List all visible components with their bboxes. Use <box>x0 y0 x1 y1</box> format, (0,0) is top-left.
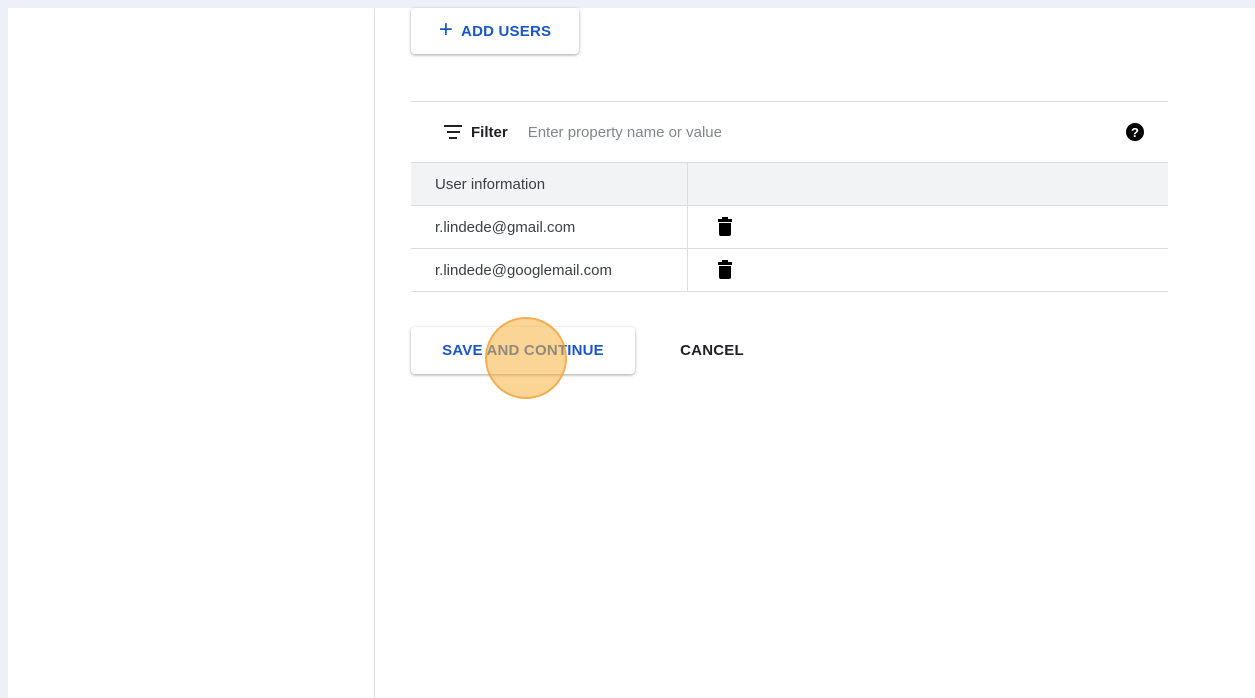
users-table-panel: Filter ? User information r.lindede@gmai… <box>411 101 1168 292</box>
filter-input[interactable] <box>525 122 1030 142</box>
column-header-user-information[interactable]: User information <box>411 162 688 206</box>
filter-label: Filter <box>471 123 508 141</box>
table-header-row: User information <box>411 162 1168 206</box>
plus-icon: + <box>438 16 454 43</box>
table-row: r.lindede@gmail.com <box>411 205 1168 249</box>
filter-bar: Filter ? <box>411 102 1168 162</box>
main-frame: + ADD USERS Filter ? User information <box>8 8 1255 698</box>
users-table: User information r.lindede@gmail.com r.l… <box>411 162 1168 292</box>
column-header-actions <box>687 162 1168 206</box>
row-actions <box>687 205 1168 249</box>
add-users-button[interactable]: + ADD USERS <box>411 8 579 54</box>
add-users-label: ADD USERS <box>461 22 552 40</box>
filter-icon <box>443 125 463 139</box>
save-and-continue-button[interactable]: SAVE AND CONTINUE <box>411 327 635 374</box>
left-panel <box>8 8 375 698</box>
user-email: r.lindede@googlemail.com <box>411 248 688 292</box>
row-actions <box>687 248 1168 292</box>
user-email: r.lindede@gmail.com <box>411 205 688 249</box>
help-icon[interactable]: ? <box>1126 123 1144 141</box>
trash-icon[interactable] <box>718 217 732 237</box>
cancel-button[interactable]: CANCEL <box>657 327 767 374</box>
trash-icon[interactable] <box>718 260 732 280</box>
table-row: r.lindede@googlemail.com <box>411 248 1168 292</box>
